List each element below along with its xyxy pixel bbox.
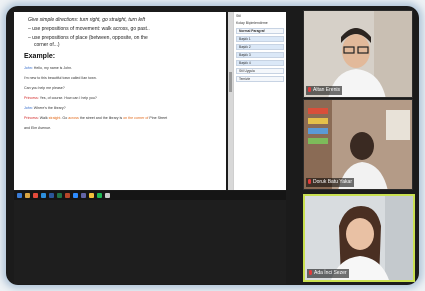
participant-video [304, 100, 412, 189]
screen-frame: Give simple directions: turn right, go s… [6, 6, 419, 285]
highlight-word: across [68, 116, 79, 120]
participant-video [305, 196, 413, 280]
windows-start-icon[interactable] [17, 193, 22, 198]
dialogue-line: John: Hello, my name is John. [24, 66, 218, 71]
panel-title: Stil [236, 14, 241, 18]
style-item[interactable]: Başlık 4 [236, 60, 284, 66]
speaker-label: John: [24, 106, 33, 110]
zoom-icon[interactable] [73, 193, 78, 198]
example-heading: Example: [24, 53, 56, 60]
dialogue-text: Walk [39, 116, 49, 120]
microphone-muted-icon [308, 179, 311, 185]
participant-video-tile[interactable]: Altan Erenis [303, 10, 413, 98]
settings-icon[interactable] [105, 193, 110, 198]
highlight-word: straight [48, 116, 61, 120]
participant-name-label: Altan Erenis [306, 86, 342, 95]
style-item[interactable]: Stil Uygula [236, 68, 284, 74]
highlight-word: on the corner of [123, 116, 149, 120]
taskbar [14, 191, 286, 200]
dialogue-line: Princess: Walk straight. Go across the s… [24, 116, 218, 121]
bullet-movement: use prepositions of movement: walk acros… [28, 26, 218, 32]
style-item[interactable]: Başlık 3 [236, 52, 284, 58]
style-item[interactable]: Başlık 2 [236, 44, 284, 50]
excel-icon[interactable] [57, 193, 62, 198]
dialogue-line: I'm new to this beautiful town called Il… [24, 76, 218, 81]
dialogue-text: Can you help me please? [24, 86, 65, 90]
dialogue-text: Pine Street [148, 116, 168, 120]
browser-icon[interactable] [33, 193, 38, 198]
speaker-label: John: [24, 66, 33, 70]
style-item[interactable]: Başlık 1 [236, 36, 284, 42]
powerpoint-icon[interactable] [65, 193, 70, 198]
style-item[interactable]: Normal Paragraf [236, 28, 284, 34]
empty-desktop-area [14, 200, 286, 284]
styles-panel: Stil Kolay Biçimlendirme Normal Paragraf… [233, 12, 286, 190]
dialogue-text: Hello, my name is John. [33, 66, 73, 70]
edge-icon[interactable] [41, 193, 46, 198]
scrollbar-thumb[interactable] [229, 72, 232, 92]
app-icon[interactable] [97, 193, 102, 198]
dialogue-line: Can you help me please? [24, 86, 218, 91]
participant-name-label: Ada İnci Sezer [307, 269, 349, 278]
dialogue-text: Where's the library? [33, 106, 66, 110]
dialogue-line: Princess: Yes, of course. How can I help… [24, 96, 218, 101]
style-item[interactable]: Temizle [236, 76, 284, 82]
participant-name: Ada İnci Sezer [314, 270, 347, 276]
bullet-place-cont: corner of...) [34, 42, 60, 48]
file-explorer-icon[interactable] [25, 193, 30, 198]
word-icon[interactable] [49, 193, 54, 198]
panel-subtitle: Kolay Biçimlendirme [236, 21, 268, 25]
participant-name: Altan Erenis [313, 87, 340, 93]
microphone-muted-icon [308, 87, 311, 93]
participant-name: Doruk Batu Yakar [313, 179, 353, 185]
teams-icon[interactable] [81, 193, 86, 198]
speaker-label: Princess: [24, 116, 39, 120]
dialogue-line: and Elm Avenue. [24, 126, 218, 131]
dialogue-text: and Elm Avenue. [24, 126, 52, 130]
bullet-place: use prepositions of place (between, oppo… [28, 35, 218, 41]
dialogue-text: I'm new to this beautiful town called Il… [24, 76, 97, 80]
participant-video-tile[interactable]: Doruk Batu Yakar [303, 99, 413, 190]
dialogue-line: John: Where's the library? [24, 106, 218, 111]
participant-video [304, 11, 412, 97]
participant-video-tile-active-speaker[interactable]: Ada İnci Sezer [303, 194, 415, 282]
participant-name-label: Doruk Batu Yakar [306, 178, 355, 187]
microphone-muted-icon [309, 270, 312, 276]
speaker-label: Princess: [24, 96, 39, 100]
document-page[interactable]: Give simple directions: turn right, go s… [14, 12, 226, 190]
dialogue-text: the street and the library is [78, 116, 124, 120]
folder-icon[interactable] [89, 193, 94, 198]
directions-line: Give simple directions: turn right, go s… [28, 17, 145, 23]
dialogue-text: Yes, of course. How can I help you? [39, 96, 97, 100]
